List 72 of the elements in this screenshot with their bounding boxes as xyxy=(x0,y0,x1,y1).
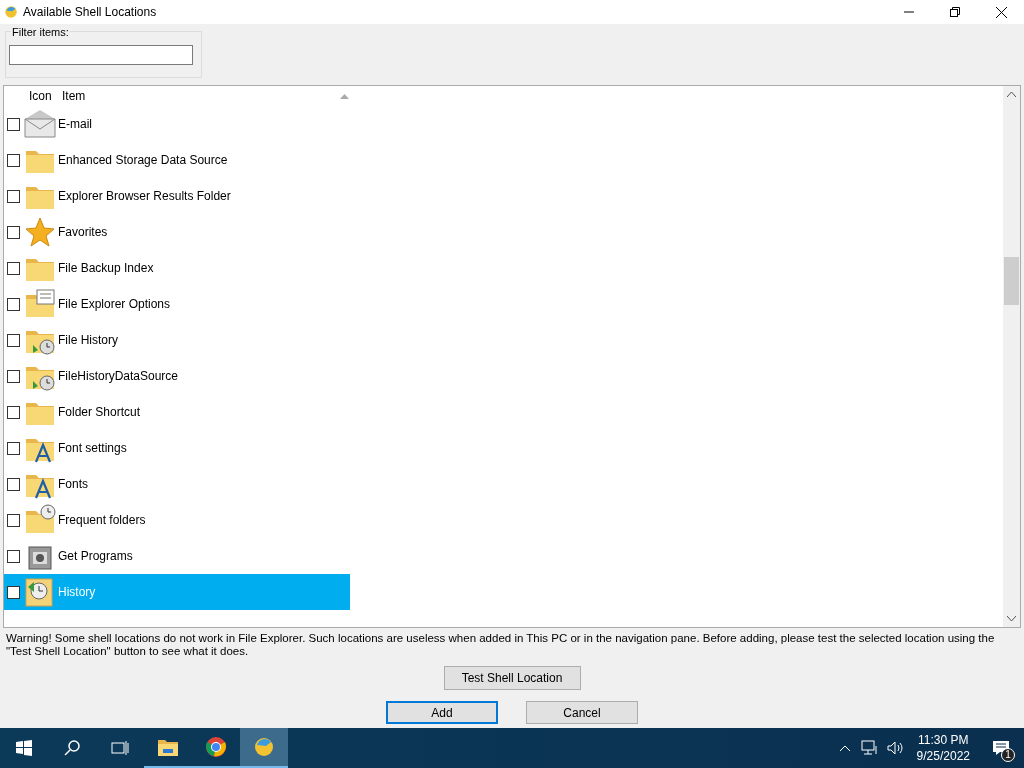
checkbox[interactable] xyxy=(7,369,20,383)
list-row[interactable]: Fonts xyxy=(4,466,350,502)
list-row[interactable]: Frequent folders xyxy=(4,502,350,538)
windows-logo-icon xyxy=(16,740,32,756)
checkbox[interactable] xyxy=(7,513,20,527)
checkbox[interactable] xyxy=(7,477,20,491)
test-shell-location-button[interactable]: Test Shell Location xyxy=(443,666,581,690)
checkbox[interactable] xyxy=(7,297,20,311)
folder-icon[interactable] xyxy=(157,737,179,757)
close-icon xyxy=(995,6,1007,18)
item-label: File History xyxy=(58,332,118,349)
scroll-thumb[interactable] xyxy=(1004,257,1019,305)
checkbox[interactable] xyxy=(7,441,20,455)
restore-icon xyxy=(950,7,960,17)
star-icon xyxy=(23,215,57,249)
browser-icon[interactable] xyxy=(205,736,227,758)
add-button[interactable]: Add xyxy=(386,701,498,724)
clock-date: 9/25/2022 xyxy=(916,748,970,764)
list-row[interactable]: Get Programs xyxy=(4,538,350,574)
app-icon[interactable] xyxy=(253,736,275,758)
list-row[interactable]: File Explorer Options xyxy=(4,286,350,322)
item-label: History xyxy=(58,584,96,601)
column-header[interactable]: Item xyxy=(62,87,86,105)
window-title: Available Shell Locations xyxy=(23,4,157,21)
notification-badge: 1 xyxy=(1001,748,1015,762)
cancel-button[interactable]: Cancel xyxy=(526,701,638,724)
network-icon[interactable] xyxy=(860,740,879,756)
search-icon xyxy=(64,740,80,756)
warning-text: Warning! Some shell locations do not work in File Explorer. Such locations are useless when added in This PC or in the navigation pane. Before adding, please test the selected location using the "Test Shell Location" button to see what it does. xyxy=(6,632,996,659)
list-row[interactable]: Enhanced Storage Data Source xyxy=(4,142,350,178)
item-label: FileHistoryDataSource xyxy=(58,368,179,385)
checkbox[interactable] xyxy=(7,117,20,131)
checkbox[interactable] xyxy=(7,153,20,167)
scroll-down-icon xyxy=(1007,616,1016,621)
item-label: Folder Shortcut xyxy=(58,404,141,421)
item-label: Enhanced Storage Data Source xyxy=(58,152,228,169)
list-row[interactable]: File Backup Index xyxy=(4,250,350,286)
list-row[interactable]: E-mail xyxy=(4,106,350,142)
app-icon xyxy=(4,5,18,19)
checkbox[interactable] xyxy=(7,585,20,599)
item-label: Favorites xyxy=(58,224,108,241)
item-label: Font settings xyxy=(58,440,127,457)
item-label: Get Programs xyxy=(58,548,133,565)
item-label: Fonts xyxy=(58,476,88,493)
checkbox[interactable] xyxy=(7,405,20,419)
clock-time: 11:30 PM xyxy=(918,732,969,748)
list-row[interactable]: Explorer Browser Results Folder xyxy=(4,178,350,214)
scroll-up-icon xyxy=(1007,92,1016,97)
item-label: Explorer Browser Results Folder xyxy=(58,188,231,205)
clock[interactable]: 11:30 PM 9/25/2022 xyxy=(916,732,970,764)
list-row[interactable]: File History xyxy=(4,322,350,358)
list-row[interactable]: Folder Shortcut xyxy=(4,394,350,430)
filter-label: Filter items: xyxy=(11,26,70,38)
column-header[interactable]: Icon xyxy=(29,87,62,105)
filter-field[interactable] xyxy=(9,45,193,65)
scrollbar[interactable] xyxy=(1003,86,1020,627)
volume-icon[interactable] xyxy=(886,740,905,756)
envelope-icon xyxy=(23,107,57,141)
checkbox[interactable] xyxy=(7,225,20,239)
checkbox[interactable] xyxy=(7,333,20,347)
checkbox[interactable] xyxy=(7,189,20,203)
chevron-up-icon[interactable] xyxy=(838,744,851,752)
task-view-icon xyxy=(111,740,129,756)
item-label: Frequent folders xyxy=(58,512,146,529)
checkbox[interactable] xyxy=(7,549,20,563)
item-label: File Backup Index xyxy=(58,260,154,277)
list-row[interactable]: Favorites xyxy=(4,214,350,250)
list-row[interactable]: FileHistoryDataSource xyxy=(4,358,350,394)
item-label: E-mail xyxy=(58,116,92,133)
checkbox[interactable] xyxy=(7,261,20,275)
item-label: File Explorer Options xyxy=(58,296,171,313)
list-row[interactable]: Font settings xyxy=(4,430,350,466)
